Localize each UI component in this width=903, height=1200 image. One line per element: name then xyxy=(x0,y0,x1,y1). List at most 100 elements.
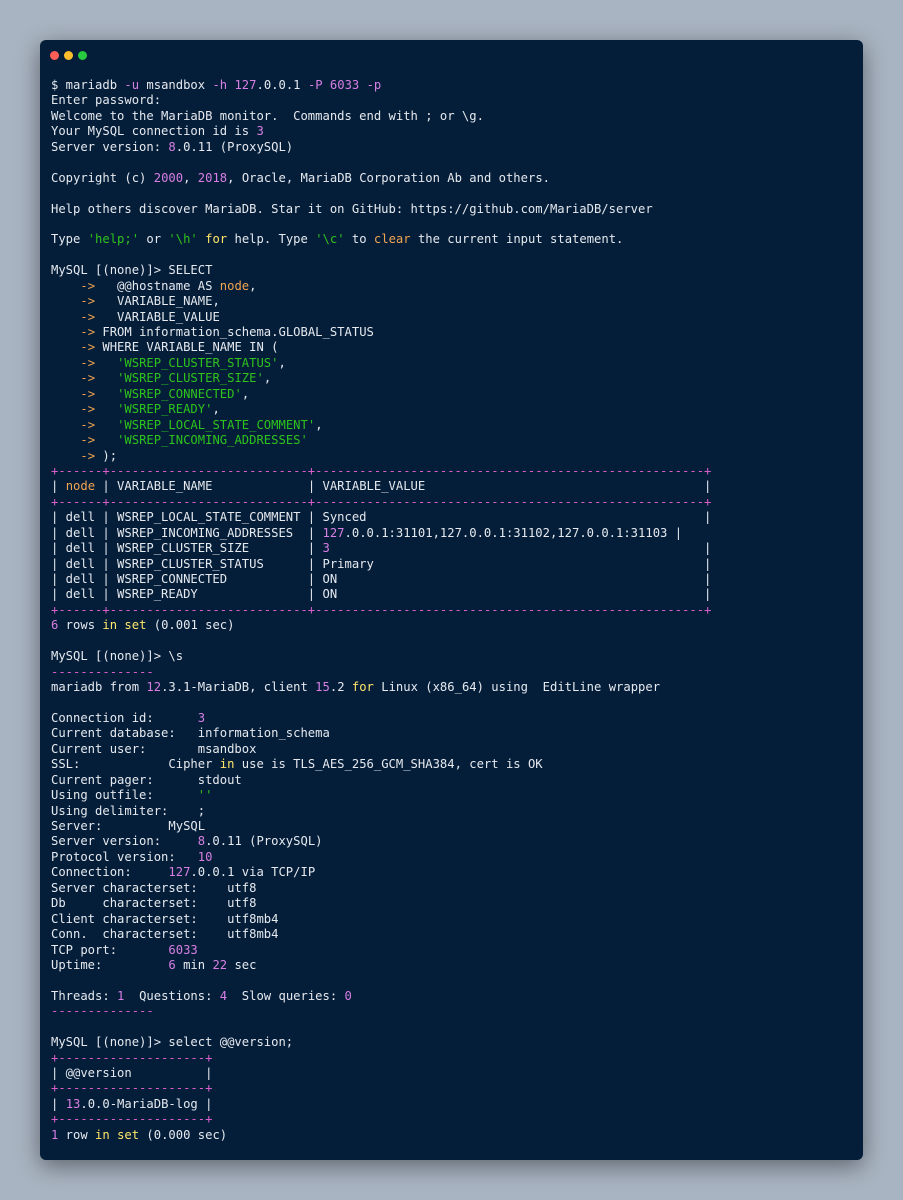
terminal-text: '\h' xyxy=(168,232,198,247)
terminal-text: .0.11 (ProxySQL) xyxy=(175,139,294,154)
terminal-text: Connection: xyxy=(51,865,169,880)
terminal-line: Client characterset: utf8mb4 xyxy=(51,912,855,927)
terminal-text: 127 xyxy=(234,78,257,92)
terminal-line: $ mariadb -u msandbox -h 127.0.0.1 -P 60… xyxy=(51,78,855,93)
terminal-text: +--------------------+ xyxy=(51,1081,213,1096)
terminal-text: in xyxy=(95,1127,110,1142)
terminal-text: Slow queries: xyxy=(227,988,345,1003)
terminal-text: MySQL [(none)]> select @@version; xyxy=(51,1035,294,1050)
terminal-text: node xyxy=(219,278,250,293)
terminal-text: 2000 xyxy=(153,170,184,185)
terminal-line: +--------------------+ xyxy=(51,1051,855,1066)
terminal-line: +------+---------------------------+----… xyxy=(51,464,855,479)
minimize-button[interactable] xyxy=(64,51,73,60)
terminal-line: Threads: 1 Questions: 4 Slow queries: 0 xyxy=(51,989,855,1004)
terminal-text: -> xyxy=(80,448,96,463)
terminal-text: 'help;' xyxy=(87,232,140,247)
terminal-text: Current user: msandbox xyxy=(51,741,257,756)
terminal-text: Your MySQL connection id is xyxy=(51,124,257,139)
terminal-text: , Oracle, MariaDB Corporation Ab and oth… xyxy=(227,170,550,185)
terminal-text: .3.1-MariaDB, client xyxy=(161,680,316,695)
terminal-output[interactable]: $ mariadb -u msandbox -h 127.0.0.1 -P 60… xyxy=(51,78,855,1143)
terminal-text: Client characterset: utf8mb4 xyxy=(51,911,279,926)
terminal-text: '\c' xyxy=(315,232,345,247)
terminal-line: -> 'WSREP_CONNECTED', xyxy=(51,387,855,402)
terminal-text: rows xyxy=(58,618,103,633)
maximize-button[interactable] xyxy=(78,51,87,60)
terminal-text: 0 xyxy=(344,988,352,1003)
terminal-line: Server characterset: utf8 xyxy=(51,881,855,896)
terminal-text: Server: MySQL xyxy=(51,819,206,833)
terminal-text: -> xyxy=(80,417,96,432)
terminal-line: 1 row in set (0.000 sec) xyxy=(51,1128,855,1143)
terminal-line: | dell | WSREP_LOCAL_STATE_COMMENT | Syn… xyxy=(51,510,855,525)
terminal-text: , xyxy=(212,402,220,417)
terminal-text: | dell | WSREP_LOCAL_STATE_COMMENT | Syn… xyxy=(51,510,712,525)
terminal-text: 8 xyxy=(168,139,176,154)
terminal-line: Current user: msandbox xyxy=(51,742,855,757)
terminal-text: help. Type xyxy=(227,232,316,247)
terminal-line: -> 'WSREP_LOCAL_STATE_COMMENT', xyxy=(51,418,855,433)
terminal-text: Copyright (c) xyxy=(51,170,154,185)
terminal-text: Server version: xyxy=(51,834,198,849)
terminal-text: -> xyxy=(80,355,96,370)
terminal-text: -> xyxy=(80,386,96,401)
terminal-line: Db characterset: utf8 xyxy=(51,896,855,911)
terminal-text: set xyxy=(117,1127,140,1142)
terminal-line: Connection: 127.0.0.1 via TCP/IP xyxy=(51,865,855,880)
terminal-line: Welcome to the MariaDB monitor. Commands… xyxy=(51,109,855,124)
terminal-text: , xyxy=(278,355,286,370)
terminal-line: +--------------------+ xyxy=(51,1112,855,1127)
terminal-line: -> ); xyxy=(51,449,855,464)
terminal-line: TCP port: 6033 xyxy=(51,943,855,958)
terminal-text: Welcome to the MariaDB monitor. Commands… xyxy=(51,108,484,123)
terminal-text: Server version: xyxy=(51,139,169,154)
terminal-text: +------+---------------------------+----… xyxy=(51,602,712,617)
terminal-line: Using outfile: '' xyxy=(51,788,855,803)
terminal-text: , xyxy=(263,371,272,386)
terminal-line: Your MySQL connection id is 3 xyxy=(51,124,855,139)
terminal-text: VARIABLE_NAME, xyxy=(95,294,220,309)
terminal-text: the current input statement. xyxy=(410,232,624,247)
close-button[interactable] xyxy=(50,51,59,60)
terminal-text: $ mariadb xyxy=(51,78,125,92)
terminal-text: 'WSREP_CLUSTER_STATUS' xyxy=(117,355,279,370)
terminal-text: 127 xyxy=(168,865,191,880)
terminal-text: Questions: xyxy=(124,988,220,1003)
terminal-text: MySQL [(none)]> SELECT xyxy=(51,263,213,278)
terminal-text: 3 xyxy=(322,541,330,556)
terminal-text: | xyxy=(51,1096,66,1111)
terminal-text: | xyxy=(51,479,66,494)
terminal-text: | dell | WSREP_CLUSTER_SIZE | xyxy=(51,541,323,556)
terminal-text: | dell | WSREP_CLUSTER_STATUS | Primary … xyxy=(51,556,712,571)
terminal-text: 6033 xyxy=(329,78,360,92)
terminal-text: 2018 xyxy=(197,170,228,185)
terminal-text: 22 xyxy=(212,957,228,972)
terminal-line: | dell | WSREP_INCOMING_ADDRESSES | 127.… xyxy=(51,526,855,541)
terminal-text: Using delimiter: ; xyxy=(51,803,206,818)
terminal-text: | @@version | xyxy=(51,1066,213,1080)
terminal-text: in xyxy=(102,618,118,633)
terminal-text: -> xyxy=(80,309,96,324)
terminal-line: -> VARIABLE_NAME, xyxy=(51,294,855,309)
terminal-text: -> xyxy=(80,433,96,448)
terminal-text: @@hostname AS xyxy=(95,278,220,293)
terminal-text: .0.0.1 xyxy=(256,78,308,92)
terminal-text: Uptime: xyxy=(51,957,169,972)
terminal-line: MySQL [(none)]> \s xyxy=(51,649,855,664)
